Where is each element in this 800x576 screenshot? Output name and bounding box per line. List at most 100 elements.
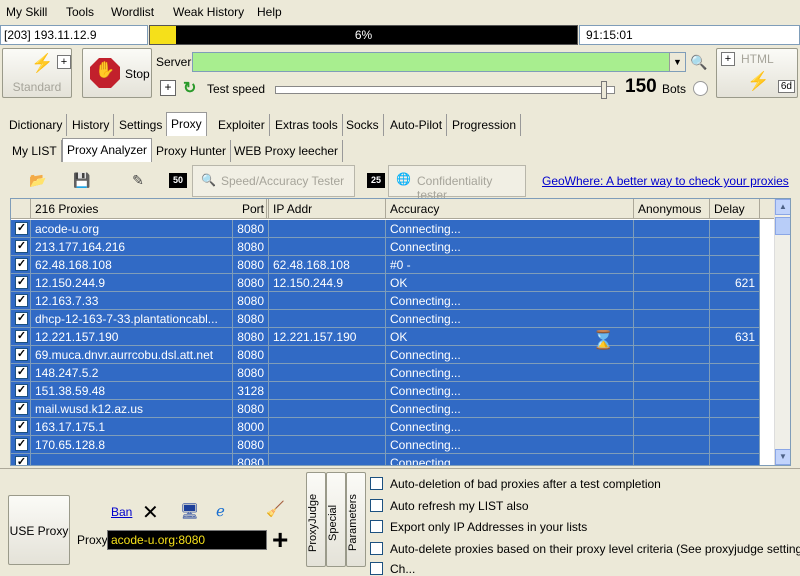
table-row[interactable]: ✓ 170.65.128.8 8080 Connecting... bbox=[11, 436, 776, 454]
checkbox[interactable] bbox=[370, 477, 383, 490]
ban-link[interactable]: Ban bbox=[111, 505, 132, 519]
table-row[interactable]: ✓.... 8080 Connecting... bbox=[11, 454, 776, 465]
option-export-ip[interactable]: Export only IP Addresses in your lists bbox=[370, 520, 587, 534]
open-folder-icon[interactable]: 📂 bbox=[28, 170, 48, 190]
menu-wordlist[interactable]: Wordlist bbox=[111, 5, 154, 19]
checkmark-icon[interactable]: ✓ bbox=[15, 258, 28, 271]
stop-button[interactable]: ✋ Stop bbox=[82, 48, 152, 98]
confidentiality-tester-button[interactable]: 🌐 Confidentiality tester bbox=[388, 165, 526, 202]
header-proxies[interactable]: 216 Proxies bbox=[31, 199, 267, 219]
row-checkbox[interactable]: ✓ bbox=[11, 238, 31, 256]
checkmark-icon[interactable]: ✓ bbox=[15, 312, 28, 325]
header-anonymous[interactable]: Anonymous bbox=[634, 199, 710, 219]
checkmark-icon[interactable]: ✓ bbox=[15, 294, 28, 307]
scroll-down-icon[interactable]: ▼ bbox=[775, 449, 790, 465]
tab-web-proxy-leecher[interactable]: WEB Proxy leecher bbox=[230, 140, 344, 162]
row-checkbox[interactable]: ✓ bbox=[11, 346, 31, 364]
header-accuracy[interactable]: Accuracy bbox=[386, 199, 634, 219]
html-button[interactable]: + HTML ⚡ 6d bbox=[716, 48, 798, 98]
table-row[interactable]: ✓ 12.163.7.33 8080 Connecting... bbox=[11, 292, 776, 310]
row-checkbox[interactable]: ✓ bbox=[11, 274, 31, 292]
table-row[interactable]: ✓ 69.muca.dnvr.aurrcobu.dsl.att.net 8080 Co… bbox=[11, 346, 776, 364]
row-checkbox[interactable]: ✓ bbox=[11, 328, 31, 346]
row-checkbox[interactable]: ✓ bbox=[11, 256, 31, 274]
checkbox[interactable] bbox=[370, 562, 383, 575]
table-row[interactable]: ✓ 12.221.157.190 8080 12.221.157.190 OK 631 bbox=[11, 328, 776, 346]
tab-progression[interactable]: Progression bbox=[448, 114, 522, 136]
row-checkbox[interactable]: ✓ bbox=[11, 436, 31, 454]
tab-proxy-analyzer[interactable]: Proxy Analyzer bbox=[62, 138, 153, 162]
checkmark-icon[interactable]: ✓ bbox=[15, 348, 28, 361]
checkmark-icon[interactable]: ✓ bbox=[15, 420, 28, 433]
sixd-badge[interactable]: 6d bbox=[777, 80, 795, 93]
server-combobox[interactable]: ▼ bbox=[192, 52, 686, 72]
checkmark-icon[interactable]: ✓ bbox=[15, 438, 28, 451]
table-row[interactable]: ✓ 148.247.5.2 8080 Connecting... bbox=[11, 364, 776, 382]
tab-socks[interactable]: Socks bbox=[342, 114, 384, 136]
plus-icon[interactable]: + bbox=[721, 52, 735, 66]
table-row[interactable]: ✓ acode-u.org 8080 Connecting... bbox=[11, 220, 776, 238]
save-icon[interactable]: 💾 bbox=[72, 170, 92, 190]
row-checkbox[interactable]: ✓ bbox=[11, 364, 31, 382]
row-checkbox[interactable]: ✓ bbox=[11, 400, 31, 418]
checkmark-icon[interactable]: ✓ bbox=[15, 384, 28, 397]
checkmark-icon[interactable]: ✓ bbox=[15, 366, 28, 379]
table-row[interactable]: ✓ 151.38.59.48 3128 Connecting... bbox=[11, 382, 776, 400]
menu-help[interactable]: Help bbox=[257, 5, 282, 19]
standard-button[interactable]: ⚡ + Standard bbox=[2, 48, 72, 98]
broom-icon[interactable]: 🧹 bbox=[266, 500, 285, 518]
tab-history[interactable]: History bbox=[68, 114, 115, 136]
parameters-button[interactable]: Parameters bbox=[346, 472, 366, 567]
add-file-icon[interactable]: + bbox=[160, 80, 176, 96]
checkmark-icon[interactable]: ✓ bbox=[15, 402, 28, 415]
threads-badge[interactable]: 50 bbox=[169, 173, 187, 188]
row-checkbox[interactable]: ✓ bbox=[11, 292, 31, 310]
tab-extras-tools[interactable]: Extras tools bbox=[271, 114, 343, 136]
header-port[interactable]: Port bbox=[233, 199, 269, 219]
row-checkbox[interactable]: ✓ bbox=[11, 418, 31, 436]
test-speed-slider[interactable] bbox=[275, 81, 615, 99]
tab-auto-pilot[interactable]: Auto-Pilot bbox=[386, 114, 448, 136]
checkmark-icon[interactable]: ✓ bbox=[15, 330, 28, 343]
computer-icon[interactable]: 🖥 bbox=[180, 502, 199, 520]
tab-exploiter[interactable]: Exploiter bbox=[214, 114, 270, 136]
checkmark-icon[interactable]: ✓ bbox=[15, 276, 28, 289]
tab-proxy-hunter[interactable]: Proxy Hunter bbox=[152, 140, 232, 162]
table-row[interactable]: ✓ dhcp-12-163-7-33.plantationcabl... 8080 C… bbox=[11, 310, 776, 328]
tab-proxy[interactable]: Proxy bbox=[166, 112, 207, 136]
special-button[interactable]: Special bbox=[326, 472, 346, 567]
checkmark-icon[interactable]: ✓ bbox=[15, 456, 28, 465]
row-checkbox[interactable]: ✓ bbox=[11, 382, 31, 400]
row-checkbox[interactable]: ✓ bbox=[11, 454, 31, 465]
tab-my-list[interactable]: My LIST bbox=[8, 140, 62, 162]
plus-icon[interactable]: + bbox=[57, 55, 71, 69]
vertical-scrollbar[interactable]: ▲ ▼ bbox=[774, 199, 790, 465]
checkbox[interactable] bbox=[370, 499, 383, 512]
table-row[interactable]: ✓ 163.17.175.1 8000 Connecting... bbox=[11, 418, 776, 436]
scroll-up-icon[interactable]: ▲ bbox=[775, 199, 790, 215]
menu-weak-history[interactable]: Weak History bbox=[173, 5, 244, 19]
table-row[interactable]: ✓ 62.48.168.108 8080 62.48.168.108 #0 - bbox=[11, 256, 776, 274]
close-icon[interactable]: ✕ bbox=[142, 500, 159, 525]
checkbox[interactable] bbox=[370, 520, 383, 533]
checkbox[interactable] bbox=[370, 542, 383, 555]
option-truncated[interactable]: Ch... bbox=[370, 562, 415, 576]
tab-settings[interactable]: Settings bbox=[115, 114, 168, 136]
menu-my-skill[interactable]: My Skill bbox=[6, 5, 47, 19]
slider-thumb[interactable] bbox=[601, 81, 608, 99]
chevron-down-icon[interactable]: ▼ bbox=[669, 53, 685, 71]
table-row[interactable]: ✓ 12.150.244.9 8080 12.150.244.9 OK 621 bbox=[11, 274, 776, 292]
table-row[interactable]: ✓ mail.wusd.k12.az.us 8080 Connecting... bbox=[11, 400, 776, 418]
table-row[interactable]: ✓ 213.177.164.216 8080 Connecting... bbox=[11, 238, 776, 256]
header-ip[interactable]: IP Addr bbox=[269, 199, 386, 219]
geowhere-link[interactable]: GeoWhere: A better way to check your pro… bbox=[542, 174, 789, 188]
row-checkbox[interactable]: ✓ bbox=[11, 310, 31, 328]
proxy-input[interactable]: acode-u.org:8080 bbox=[107, 530, 267, 550]
magic-wand-icon[interactable]: ✎ bbox=[128, 170, 148, 190]
scroll-thumb[interactable] bbox=[775, 217, 790, 235]
option-auto-deletion[interactable]: Auto-deletion of bad proxies after a tes… bbox=[370, 477, 661, 491]
tab-dictionary[interactable]: Dictionary bbox=[5, 114, 68, 136]
use-proxy-button[interactable]: USE Proxy bbox=[8, 495, 70, 565]
header-delay[interactable]: Delay bbox=[710, 199, 760, 219]
option-auto-delete-level[interactable]: Auto-delete proxies based on their proxy… bbox=[370, 542, 800, 556]
